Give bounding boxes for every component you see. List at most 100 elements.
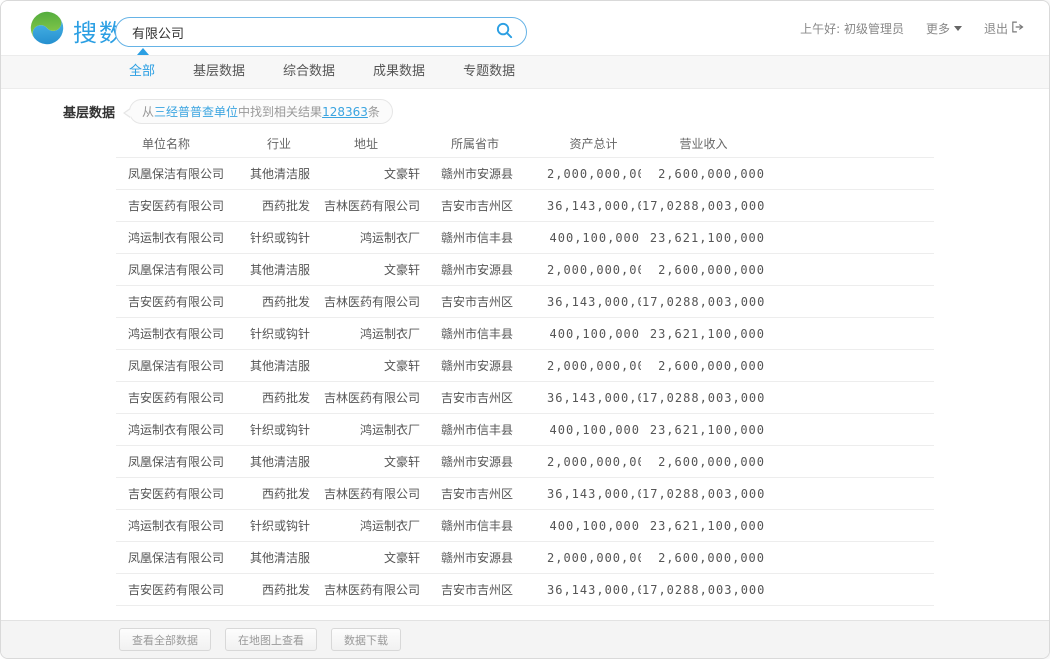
cell-revenue: 2,600,000,000 xyxy=(641,254,766,286)
cell-name: 吉安医药有限公司 xyxy=(116,574,231,606)
cell-address: 鸿运制衣厂 xyxy=(311,414,421,446)
cell-assets: 2,000,000,000 xyxy=(546,254,641,286)
cell-industry: 其他清洁服 xyxy=(231,158,311,190)
cell-name: 鸿运制衣有限公司 xyxy=(116,414,231,446)
footer-toolbar: 查看全部数据在地图上查看数据下载 xyxy=(1,620,1049,658)
cell-industry: 西药批发 xyxy=(231,478,311,510)
cell-industry: 其他清洁服 xyxy=(231,254,311,286)
cell-name: 吉安医药有限公司 xyxy=(116,190,231,222)
cell-assets: 36,143,000,000 xyxy=(546,286,641,318)
table-row: 鸿运制衣有限公司针织或钩针鸿运制衣厂赣州市信丰县400,100,00023,62… xyxy=(116,318,934,350)
cell-name: 凤凰保洁有限公司 xyxy=(116,158,231,190)
table-row: 凤凰保洁有限公司其他清洁服文豪轩赣州市安源县2,000,000,0002,600… xyxy=(116,542,934,574)
result-count-link[interactable]: 128363 xyxy=(322,105,368,119)
cell-name: 吉安医药有限公司 xyxy=(116,382,231,414)
view-all-data-button[interactable]: 查看全部数据 xyxy=(119,628,211,651)
table-row: 吉安医药有限公司西药批发吉林医药有限公司吉安市吉州区36,143,000,000… xyxy=(116,478,934,510)
logout-icon xyxy=(1012,21,1025,36)
cell-spacer xyxy=(766,158,934,190)
view-on-map-button[interactable]: 在地图上查看 xyxy=(225,628,317,651)
cell-spacer xyxy=(766,510,934,542)
cell-region: 吉安市吉州区 xyxy=(421,382,546,414)
tab-综合数据[interactable]: 综合数据 xyxy=(283,56,335,88)
logout-button[interactable]: 退出 xyxy=(984,20,1025,37)
table-row: 吉安医药有限公司西药批发吉林医药有限公司吉安市吉州区36,143,000,000… xyxy=(116,190,934,222)
search-input[interactable] xyxy=(116,25,495,40)
cell-revenue: 23,621,100,000 xyxy=(641,318,766,350)
cell-address: 鸿运制衣厂 xyxy=(311,318,421,350)
table-row: 凤凰保洁有限公司其他清洁服文豪轩赣州市安源县2,000,000,0002,600… xyxy=(116,446,934,478)
cell-region: 赣州市信丰县 xyxy=(421,222,546,254)
cell-spacer xyxy=(766,254,934,286)
cell-industry: 针织或钩针 xyxy=(231,510,311,542)
cell-industry: 针织或钩针 xyxy=(231,222,311,254)
cell-industry: 其他清洁服 xyxy=(231,350,311,382)
cell-revenue: 17,0288,003,000 xyxy=(641,190,766,222)
cell-industry: 其他清洁服 xyxy=(231,446,311,478)
cell-revenue: 23,621,100,000 xyxy=(641,510,766,542)
cell-assets: 400,100,000 xyxy=(546,414,641,446)
cell-name: 凤凰保洁有限公司 xyxy=(116,446,231,478)
tab-全部[interactable]: 全部 xyxy=(129,56,155,88)
cell-revenue: 2,600,000,000 xyxy=(641,158,766,190)
cell-assets: 36,143,000,000 xyxy=(546,382,641,414)
column-header-region: 所属省市 xyxy=(421,129,546,158)
cell-spacer xyxy=(766,446,934,478)
cell-industry: 其他清洁服 xyxy=(231,542,311,574)
table-row: 凤凰保洁有限公司其他清洁服文豪轩赣州市安源县2,000,000,0002,600… xyxy=(116,350,934,382)
cell-assets: 400,100,000 xyxy=(546,318,641,350)
cell-region: 赣州市安源县 xyxy=(421,158,546,190)
cell-assets: 36,143,000,000 xyxy=(546,478,641,510)
table-row: 鸿运制衣有限公司针织或钩针鸿运制衣厂赣州市信丰县400,100,00023,62… xyxy=(116,222,934,254)
cell-spacer xyxy=(766,542,934,574)
table-row: 吉安医药有限公司西药批发吉林医药有限公司吉安市吉州区36,143,000,000… xyxy=(116,574,934,606)
cell-spacer xyxy=(766,190,934,222)
cell-revenue: 17,0288,003,000 xyxy=(641,574,766,606)
cell-region: 吉安市吉州区 xyxy=(421,478,546,510)
table-row: 鸿运制衣有限公司针织或钩针鸿运制衣厂赣州市信丰县400,100,00023,62… xyxy=(116,414,934,446)
tab-专题数据[interactable]: 专题数据 xyxy=(463,56,515,88)
column-header-revenue: 营业收入 xyxy=(641,129,766,158)
cell-spacer xyxy=(766,478,934,510)
cell-spacer xyxy=(766,350,934,382)
table-row: 凤凰保洁有限公司其他清洁服文豪轩赣州市安源县2,000,000,0002,600… xyxy=(116,254,934,286)
column-header-industry: 行业 xyxy=(231,129,311,158)
table-row: 吉安医药有限公司西药批发吉林医药有限公司吉安市吉州区36,143,000,000… xyxy=(116,382,934,414)
search-button[interactable] xyxy=(495,21,526,43)
cell-spacer xyxy=(766,414,934,446)
tab-基层数据[interactable]: 基层数据 xyxy=(193,56,245,88)
table-row: 凤凰保洁有限公司其他清洁服文豪轩赣州市安源县2,000,000,0002,600… xyxy=(116,158,934,190)
cell-name: 吉安医药有限公司 xyxy=(116,478,231,510)
cell-address: 吉林医药有限公司 xyxy=(311,190,421,222)
cell-address: 吉林医药有限公司 xyxy=(311,478,421,510)
category-tabbar: 全部 基层数据 综合数据 成果数据 专题数据 xyxy=(1,55,1049,89)
cell-industry: 西药批发 xyxy=(231,574,311,606)
cell-assets: 400,100,000 xyxy=(546,222,641,254)
download-data-button[interactable]: 数据下载 xyxy=(331,628,401,651)
summary-middle: 中找到相关结果 xyxy=(238,105,322,119)
cell-assets: 36,143,000,000 xyxy=(546,190,641,222)
cell-revenue: 17,0288,003,000 xyxy=(641,382,766,414)
column-header-assets: 资产总计 xyxy=(546,129,641,158)
greeting-text: 上午好: 初级管理员 xyxy=(800,20,904,37)
cell-name: 凤凰保洁有限公司 xyxy=(116,254,231,286)
cell-assets: 400,100,000 xyxy=(546,510,641,542)
census-unit-link[interactable]: 三经普普查单位 xyxy=(154,105,238,119)
more-label: 更多 xyxy=(926,20,950,37)
cell-revenue: 2,600,000,000 xyxy=(641,542,766,574)
cell-address: 文豪轩 xyxy=(311,542,421,574)
cell-address: 文豪轩 xyxy=(311,350,421,382)
cell-region: 吉安市吉州区 xyxy=(421,190,546,222)
cell-address: 文豪轩 xyxy=(311,446,421,478)
search-box xyxy=(115,17,527,47)
tab-成果数据[interactable]: 成果数据 xyxy=(373,56,425,88)
more-menu[interactable]: 更多 xyxy=(926,20,962,37)
app-window: 搜数 上午好: 初级管理员 更多 退出 xyxy=(0,0,1050,659)
cell-name: 凤凰保洁有限公司 xyxy=(116,350,231,382)
cell-region: 吉安市吉州区 xyxy=(421,574,546,606)
cell-address: 鸿运制衣厂 xyxy=(311,222,421,254)
cell-assets: 2,000,000,000 xyxy=(546,446,641,478)
cell-spacer xyxy=(766,222,934,254)
logo-link[interactable]: 搜数 xyxy=(29,10,125,50)
cell-industry: 西药批发 xyxy=(231,382,311,414)
